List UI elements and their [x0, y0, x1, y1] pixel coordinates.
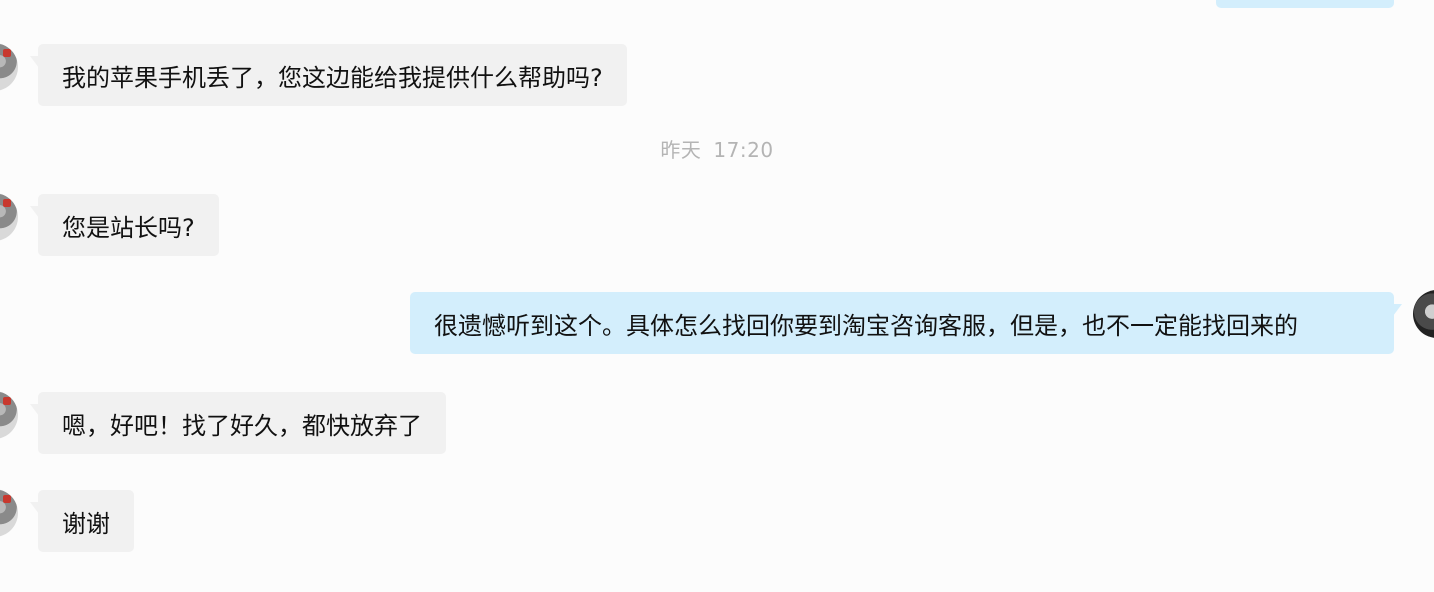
timestamp-time: 17:20	[713, 138, 774, 162]
message-bubble-incoming[interactable]: 我的苹果手机丢了，您这边能给我提供什么帮助吗?	[30, 44, 627, 106]
user-avatar-icon[interactable]	[0, 489, 18, 537]
message-text: 您是站长吗?	[62, 213, 195, 242]
user-avatar-icon[interactable]	[0, 391, 18, 439]
self-avatar-icon[interactable]	[1413, 290, 1434, 338]
timestamp-day: 昨天	[660, 138, 702, 162]
message-timestamp: 昨天 17:20	[0, 134, 1434, 163]
user-avatar-icon[interactable]	[0, 193, 18, 241]
message-text: 我的苹果手机丢了，您这边能给我提供什么帮助吗?	[62, 63, 603, 92]
chat-window: 我的苹果手机丢了，您这边能给我提供什么帮助吗? 昨天 17:20 您是站长吗? 很…	[0, 0, 1434, 592]
avatar-flag	[3, 495, 11, 503]
previous-message-bubble[interactable]	[1216, 0, 1394, 8]
message-text: 谢谢	[62, 509, 110, 538]
message-bubble-incoming[interactable]: 谢谢	[30, 490, 134, 552]
message-bubble-outgoing[interactable]: 很遗憾听到这个。具体怎么找回你要到淘宝咨询客服，但是，也不一定能找回来的	[410, 292, 1402, 354]
message-text: 嗯，好吧！找了好久，都快放弃了	[62, 411, 422, 440]
message-bubble-incoming[interactable]: 您是站长吗?	[30, 194, 219, 256]
avatar-flag	[3, 49, 11, 57]
message-text: 很遗憾听到这个。具体怎么找回你要到淘宝咨询客服，但是，也不一定能找回来的	[434, 311, 1298, 340]
message-bubble-incoming[interactable]: 嗯，好吧！找了好久，都快放弃了	[30, 392, 446, 454]
avatar-flag	[3, 397, 11, 405]
avatar-flag	[3, 199, 11, 207]
user-avatar-icon[interactable]	[0, 43, 18, 91]
